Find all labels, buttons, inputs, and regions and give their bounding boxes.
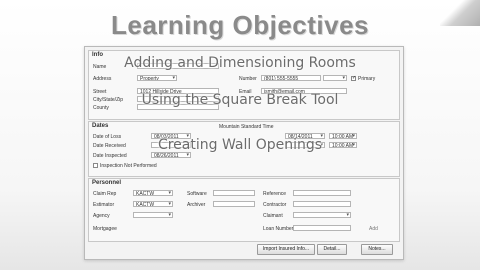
claimant-select[interactable] <box>293 212 351 218</box>
slide-title: Learning Objectives <box>110 10 370 40</box>
inspection-not-performed-label: Inspection Not Performed <box>100 163 157 169</box>
contractor-field[interactable] <box>293 201 351 207</box>
agency-select[interactable] <box>133 212 173 218</box>
objective-2: Using the Square Break Tool <box>141 92 339 108</box>
claim-rep-label: Claim Rep <box>93 191 117 197</box>
claimant-label: Claimant <box>263 213 283 219</box>
address-label: Address <box>93 76 112 82</box>
timezone-label: Mountain Standard Time <box>219 124 274 130</box>
add-link[interactable]: Add <box>369 226 378 232</box>
reference-label: Reference <box>263 191 287 197</box>
claim-form-window: Info Name Address Property Street 1012 H… <box>84 46 404 260</box>
objective-3: Creating Wall Openings <box>157 137 323 153</box>
software-field[interactable] <box>213 190 255 196</box>
archiver-label: Archiver <box>187 202 206 208</box>
software-label: Software <box>187 191 207 197</box>
detail-button[interactable]: Detail... <box>317 244 347 255</box>
inspection-not-performed-checkbox[interactable] <box>93 163 98 168</box>
corner-decoration <box>440 0 480 26</box>
mortgagee-label: Mortgagee <box>93 226 117 232</box>
primary-checkbox[interactable] <box>351 75 356 81</box>
personnel-section-title: Personnel <box>92 180 122 186</box>
objective-1: Adding and Dimensioning Rooms <box>124 55 356 71</box>
archiver-field[interactable] <box>213 201 255 207</box>
estimator-label: Estimator <box>93 202 115 208</box>
personnel-section: Personnel Claim Rep KACTW Estimator KACT… <box>88 178 400 242</box>
import-insured-info-button[interactable]: Import Insured Info... <box>257 244 315 255</box>
phone-field[interactable]: (801) 555-5555 <box>261 75 321 81</box>
date-inspected-label: Date Inspected <box>93 153 127 159</box>
dates-section-title: Dates <box>92 123 109 129</box>
primary-label: Primary <box>358 76 376 82</box>
address-type-select[interactable]: Property <box>137 75 177 81</box>
notes-button[interactable]: Notes... <box>361 244 393 255</box>
number-label: Number <box>239 76 257 82</box>
reference-field[interactable] <box>293 190 351 196</box>
loan-number-field[interactable] <box>293 225 351 231</box>
phone-type-select[interactable] <box>323 75 347 81</box>
claim-rep-select[interactable]: KACTW <box>133 190 173 196</box>
agency-label: Agency <box>93 213 110 219</box>
contractor-label: Contractor <box>263 202 287 208</box>
loan-number-label: Loan Number <box>263 226 294 232</box>
estimator-select[interactable]: KACTW <box>133 201 173 207</box>
